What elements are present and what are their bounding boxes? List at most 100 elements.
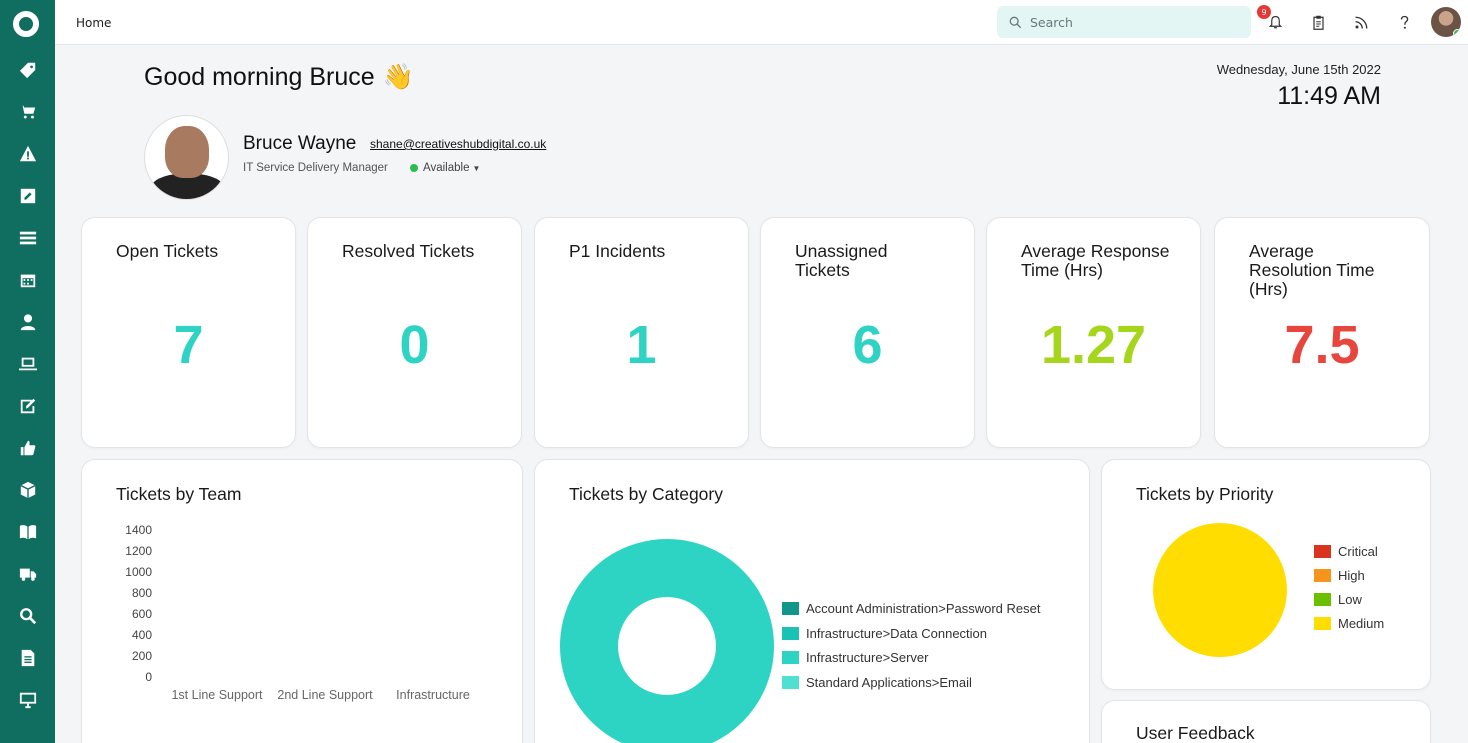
y-axis-tick-label: 0	[145, 670, 152, 684]
app-logo[interactable]	[13, 11, 39, 37]
profile-photo-face	[165, 126, 209, 178]
book-icon[interactable]	[0, 516, 55, 548]
laptop-icon[interactable]	[0, 348, 55, 380]
legend-swatch	[782, 651, 799, 664]
person-icon[interactable]	[0, 306, 55, 338]
sidebar	[0, 0, 55, 743]
legend-swatch	[1314, 593, 1331, 606]
kpi-card-p1-incidents[interactable]: P1 Incidents 1	[534, 217, 749, 448]
profile-name: Bruce Wayne	[243, 133, 357, 154]
kpi-card-average-resolution-time[interactable]: Average Resolution Time (Hrs) 7.5	[1214, 217, 1430, 448]
kpi-value: 7.5	[1284, 315, 1360, 375]
kpi-value: 1.27	[1040, 315, 1147, 375]
legend-item[interactable]: Account Administration>Password Reset	[782, 601, 1040, 616]
tag-icon[interactable]	[0, 54, 55, 86]
bell-icon[interactable]	[1265, 12, 1285, 32]
list-icon[interactable]	[0, 222, 55, 254]
kpi-value: 7	[173, 315, 204, 375]
legend-swatch	[782, 675, 799, 689]
greeting-text: Good morning Bruce	[144, 63, 375, 91]
priority-pie-chart	[1153, 523, 1287, 657]
kpi-card-average-response-time[interactable]: Average Response Time (Hrs) 1.27	[986, 217, 1201, 448]
user-avatar[interactable]	[1431, 7, 1461, 37]
status-dropdown[interactable]: Available ▼	[410, 162, 480, 174]
legend-swatch	[1314, 617, 1331, 630]
y-axis-tick-label: 200	[131, 649, 152, 663]
online-status-dot	[1453, 29, 1461, 37]
kpi-title: P1 Incidents	[569, 241, 666, 261]
legend-label: Infrastructure>Data Connection	[806, 625, 988, 641]
box-icon[interactable]	[0, 474, 55, 506]
dashboard-main: Good morning Bruce 👋 Wednesday, June 15th…	[55, 45, 1468, 743]
thumbs-up-icon[interactable]	[0, 432, 55, 464]
y-axis-tick-label: 1000	[125, 565, 152, 579]
monitor-icon[interactable]	[0, 684, 55, 716]
y-axis-tick-label: 400	[131, 628, 152, 642]
kpi-card-unassigned-tickets[interactable]: Unassigned Tickets 6	[760, 217, 975, 448]
legend-swatch	[782, 602, 799, 615]
search-input[interactable]	[1030, 14, 1230, 30]
document-icon[interactable]	[0, 642, 55, 674]
x-axis-category-label: Infrastructure	[396, 688, 470, 702]
kpi-title: Resolved Tickets	[342, 241, 475, 261]
panel-title: Tickets by Priority	[1136, 484, 1274, 504]
kpi-value: 6	[852, 315, 883, 375]
search-icon[interactable]	[0, 600, 55, 632]
pencil-box-icon[interactable]	[0, 180, 55, 212]
legend-item[interactable]: Infrastructure>Data Connection	[782, 626, 987, 641]
tickets-by-priority-panel: Tickets by Priority Critical High Low Mediu…	[1101, 459, 1431, 690]
y-axis-tick-label: 1200	[125, 544, 152, 558]
profile-photo	[144, 115, 229, 200]
legend-label: Critical	[1338, 544, 1378, 559]
kpi-card-resolved-tickets[interactable]: Resolved Tickets 0	[307, 217, 522, 448]
calendar-icon[interactable]	[0, 264, 55, 296]
cart-icon[interactable]	[0, 96, 55, 128]
x-axis-category-label: 1st Line Support	[171, 688, 263, 702]
current-date: Wednesday, June 15th 2022	[1216, 62, 1381, 77]
panel-title: Tickets by Team	[116, 484, 242, 504]
legend-item[interactable]: Infrastructure>Server	[782, 650, 928, 665]
legend-item[interactable]: Critical	[1314, 544, 1378, 559]
rss-icon[interactable]	[1351, 12, 1371, 32]
category-donut-ring	[560, 539, 774, 743]
kpi-title: Average Resolution Time (Hrs)	[1249, 241, 1375, 299]
legend-label: High	[1338, 568, 1365, 583]
profile-role: IT Service Delivery Manager	[243, 162, 388, 174]
kpi-title: Average Response Time (Hrs)	[1021, 241, 1170, 280]
clipboard-icon[interactable]	[1308, 12, 1328, 32]
chevron-down-icon: ▼	[472, 163, 481, 173]
x-axis-category-label: 2nd Line Support	[277, 688, 373, 702]
status-label: Available	[423, 162, 470, 174]
kpi-title: Open Tickets	[116, 241, 219, 261]
user-feedback-panel: User Feedback	[1101, 700, 1431, 743]
status-dot	[410, 164, 418, 172]
y-axis-tick-label: 800	[131, 586, 152, 600]
kpi-value: 1	[626, 315, 657, 375]
profile-email-link[interactable]: shane@creativeshubdigital.co.uk	[370, 137, 546, 151]
panel-title: User Feedback	[1136, 723, 1255, 743]
legend-swatch	[782, 626, 799, 640]
tickets-by-team-panel: Tickets by Team 1400 1200 1000 800 600 400 200…	[81, 459, 523, 743]
legend-swatch	[1314, 569, 1331, 582]
wave-emoji: 👋	[382, 63, 414, 91]
legend-item[interactable]: Low	[1314, 592, 1362, 607]
truck-icon[interactable]	[0, 558, 55, 590]
legend-item[interactable]: Medium	[1314, 616, 1384, 631]
legend-label: Standard Applications>Email	[806, 674, 972, 690]
tickets-by-category-panel: Tickets by Category Account Administrati…	[534, 459, 1090, 743]
kpi-title: Unassigned Tickets	[795, 241, 888, 280]
help-icon[interactable]	[1394, 12, 1414, 32]
legend-item[interactable]: High	[1314, 568, 1365, 583]
breadcrumb-home[interactable]: Home	[76, 16, 111, 30]
search-box[interactable]	[997, 6, 1251, 38]
warning-icon[interactable]	[0, 138, 55, 170]
kpi-value: 0	[399, 315, 430, 375]
legend-label: Low	[1338, 592, 1362, 607]
legend-label: Account Administration>Password Reset	[806, 601, 1041, 616]
search-icon	[1009, 16, 1022, 28]
edit-icon[interactable]	[0, 390, 55, 422]
current-time: 11:49 AM	[1277, 82, 1381, 110]
kpi-card-open-tickets[interactable]: Open Tickets 7	[81, 217, 296, 448]
legend-item[interactable]: Standard Applications>Email	[782, 675, 972, 690]
y-axis-tick-label: 600	[131, 607, 152, 621]
